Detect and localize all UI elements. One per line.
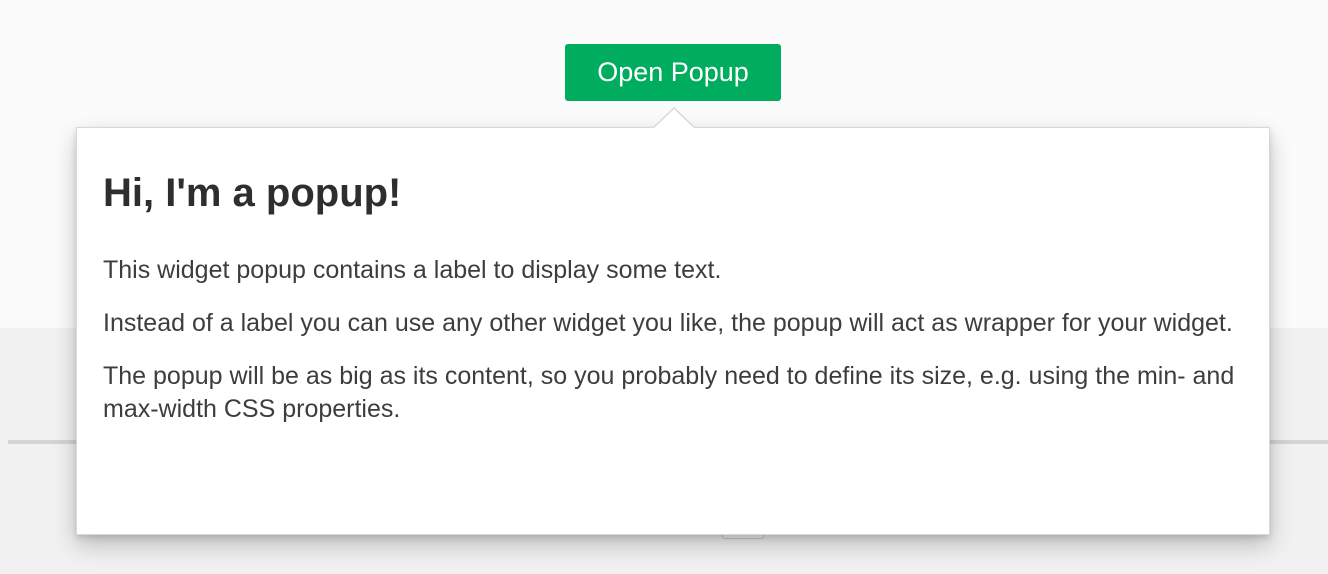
popup-paragraph-1: This widget popup contains a label to di… bbox=[103, 256, 722, 284]
open-popup-button[interactable]: Open Popup bbox=[565, 44, 781, 101]
popup: Hi, I'm a popup! This widget popup conta… bbox=[76, 107, 1270, 535]
popup-paragraph-3: The popup will be as big as its content,… bbox=[103, 362, 1235, 423]
popup-paragraph-2: Instead of a label you can use any other… bbox=[103, 309, 1233, 337]
popup-title: Hi, I'm a popup! bbox=[103, 171, 402, 215]
